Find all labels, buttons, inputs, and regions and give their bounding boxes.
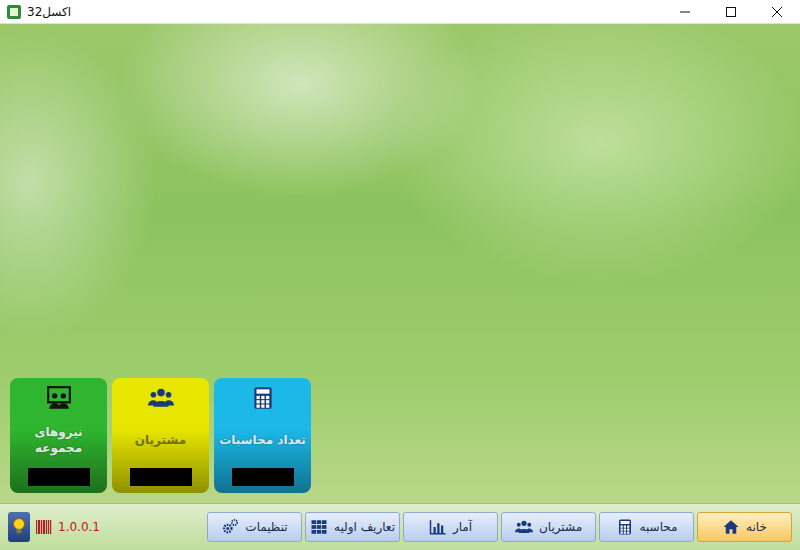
calculator-icon (250, 385, 276, 411)
tip-button[interactable] (8, 512, 30, 542)
gear-icon (221, 518, 239, 536)
bottom-bar: 1.0.0.1 خانه محاسبه مشتریان آمار تعاریف … (0, 503, 800, 550)
app-icon (6, 4, 22, 20)
nav-button[interactable]: آمار (403, 512, 498, 542)
nav-label: خانه (746, 520, 767, 534)
card-label: تعداد محاسبات (219, 419, 306, 462)
maximize-button[interactable] (708, 0, 754, 23)
card-label: نیروهای مجموعه (13, 419, 104, 462)
title-bar: اکسل32 (0, 0, 800, 24)
bar-chart-icon (429, 518, 447, 536)
close-button[interactable] (754, 0, 800, 23)
dashboard-cards: نیروهای مجموعه مشتریان تعداد محاسبات (10, 378, 800, 493)
maximize-icon (726, 7, 736, 17)
stat-card[interactable]: مشتریان (112, 378, 209, 493)
nav-button[interactable]: مشتریان (501, 512, 596, 542)
home-icon (722, 518, 740, 536)
close-icon (772, 7, 782, 17)
nav-button[interactable]: تعاریف اولیه (305, 512, 400, 542)
users-icon (515, 518, 533, 536)
nav-label: مشتریان (539, 520, 582, 534)
nav-bar: خانه محاسبه مشتریان آمار تعاریف اولیه تن… (207, 512, 792, 542)
calculator-icon (616, 518, 634, 536)
barcode-icon (36, 520, 52, 534)
app-window: اکسل32 نیروهای مجموعه مشتریان تعداد محاس… (0, 0, 800, 550)
nav-button[interactable]: خانه (697, 512, 792, 542)
minimize-button[interactable] (662, 0, 708, 23)
stat-card[interactable]: نیروهای مجموعه (10, 378, 107, 493)
nav-label: آمار (453, 520, 472, 534)
nav-label: تنظیمات (245, 520, 287, 534)
users-icon (148, 385, 174, 411)
version-label: 1.0.0.1 (58, 520, 100, 534)
nav-label: محاسبه (640, 520, 678, 534)
minimize-icon (680, 7, 690, 17)
nav-label: تعاریف اولیه (334, 520, 395, 534)
presentation-icon (46, 385, 72, 411)
stat-card[interactable]: تعداد محاسبات (214, 378, 311, 493)
card-value-box (28, 468, 90, 486)
nav-button[interactable]: محاسبه (599, 512, 694, 542)
card-value-box (130, 468, 192, 486)
grid-icon (310, 518, 328, 536)
card-label: مشتریان (135, 419, 186, 462)
lightbulb-icon (12, 517, 26, 537)
nav-button[interactable]: تنظیمات (207, 512, 302, 542)
background-photo: نیروهای مجموعه مشتریان تعداد محاسبات (0, 24, 800, 503)
window-title: اکسل32 (27, 5, 71, 19)
card-value-box (232, 468, 294, 486)
